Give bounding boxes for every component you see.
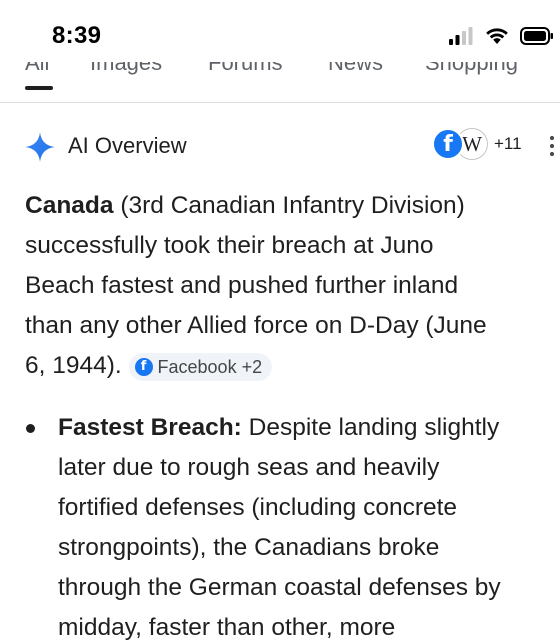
more-options-icon[interactable] (550, 136, 556, 160)
tab-forums[interactable]: Forums (208, 62, 283, 76)
tab-all[interactable]: All (25, 62, 49, 76)
source-chip-label: Facebook +2 (157, 357, 263, 377)
facebook-icon: f (134, 358, 153, 376)
facebook-icon: f (432, 128, 464, 160)
status-icons (448, 26, 554, 45)
status-bar: 8:39 (0, 0, 560, 62)
tab-images[interactable]: Images (90, 62, 162, 76)
battery-icon (520, 26, 553, 45)
bullet-line: later due to rough seas and heavily (58, 454, 440, 481)
summary-line: than any other Allied force on D-Day (Ju… (25, 312, 487, 339)
summary-line: successfully took their breach at Juno (25, 232, 434, 259)
bullet-line: strongpoints), the Canadians broke (58, 534, 440, 561)
search-tabs: All Images Forums News Shopping (0, 62, 560, 102)
more-sources-count: +11 (494, 134, 522, 153)
cellular-signal-icon (449, 26, 473, 45)
source-chip[interactable]: f Facebook +2 (128, 353, 273, 381)
bullet-heading: Fastest Breach: (58, 414, 242, 441)
bullet-text: Fastest Breach: Despite landing slightly… (58, 408, 560, 640)
status-time: 8:39 (52, 22, 102, 49)
sources-button[interactable]: f W +11 (432, 128, 522, 160)
summary-bold: Canada (25, 192, 114, 219)
summary-line: (3rd Canadian Infantry Division) (113, 192, 465, 219)
bullet-line: fortified defenses (including concrete (58, 494, 458, 521)
tab-news[interactable]: News (328, 62, 383, 76)
active-tab-indicator (25, 86, 53, 90)
summary-line: 6, 1944). (25, 352, 129, 379)
ai-overview-summary: Canada (3rd Canadian Infantry Division) … (25, 186, 560, 386)
bullet-icon (26, 424, 35, 433)
wifi-icon (486, 28, 508, 44)
bullet-line: midday, faster than other, more (58, 614, 396, 640)
ai-overview-title: AI Overview (68, 133, 187, 158)
ai-overview-header: AI Overview f W +11 (0, 120, 560, 172)
bullet-line: Despite landing slightly (241, 414, 500, 441)
summary-line: Beach fastest and pushed further inland (25, 272, 459, 299)
bullet-line: through the German coastal defenses by (58, 574, 501, 601)
tabs-divider (0, 102, 560, 103)
tab-shopping[interactable]: Shopping (425, 62, 518, 76)
sparkle-icon (25, 132, 55, 162)
